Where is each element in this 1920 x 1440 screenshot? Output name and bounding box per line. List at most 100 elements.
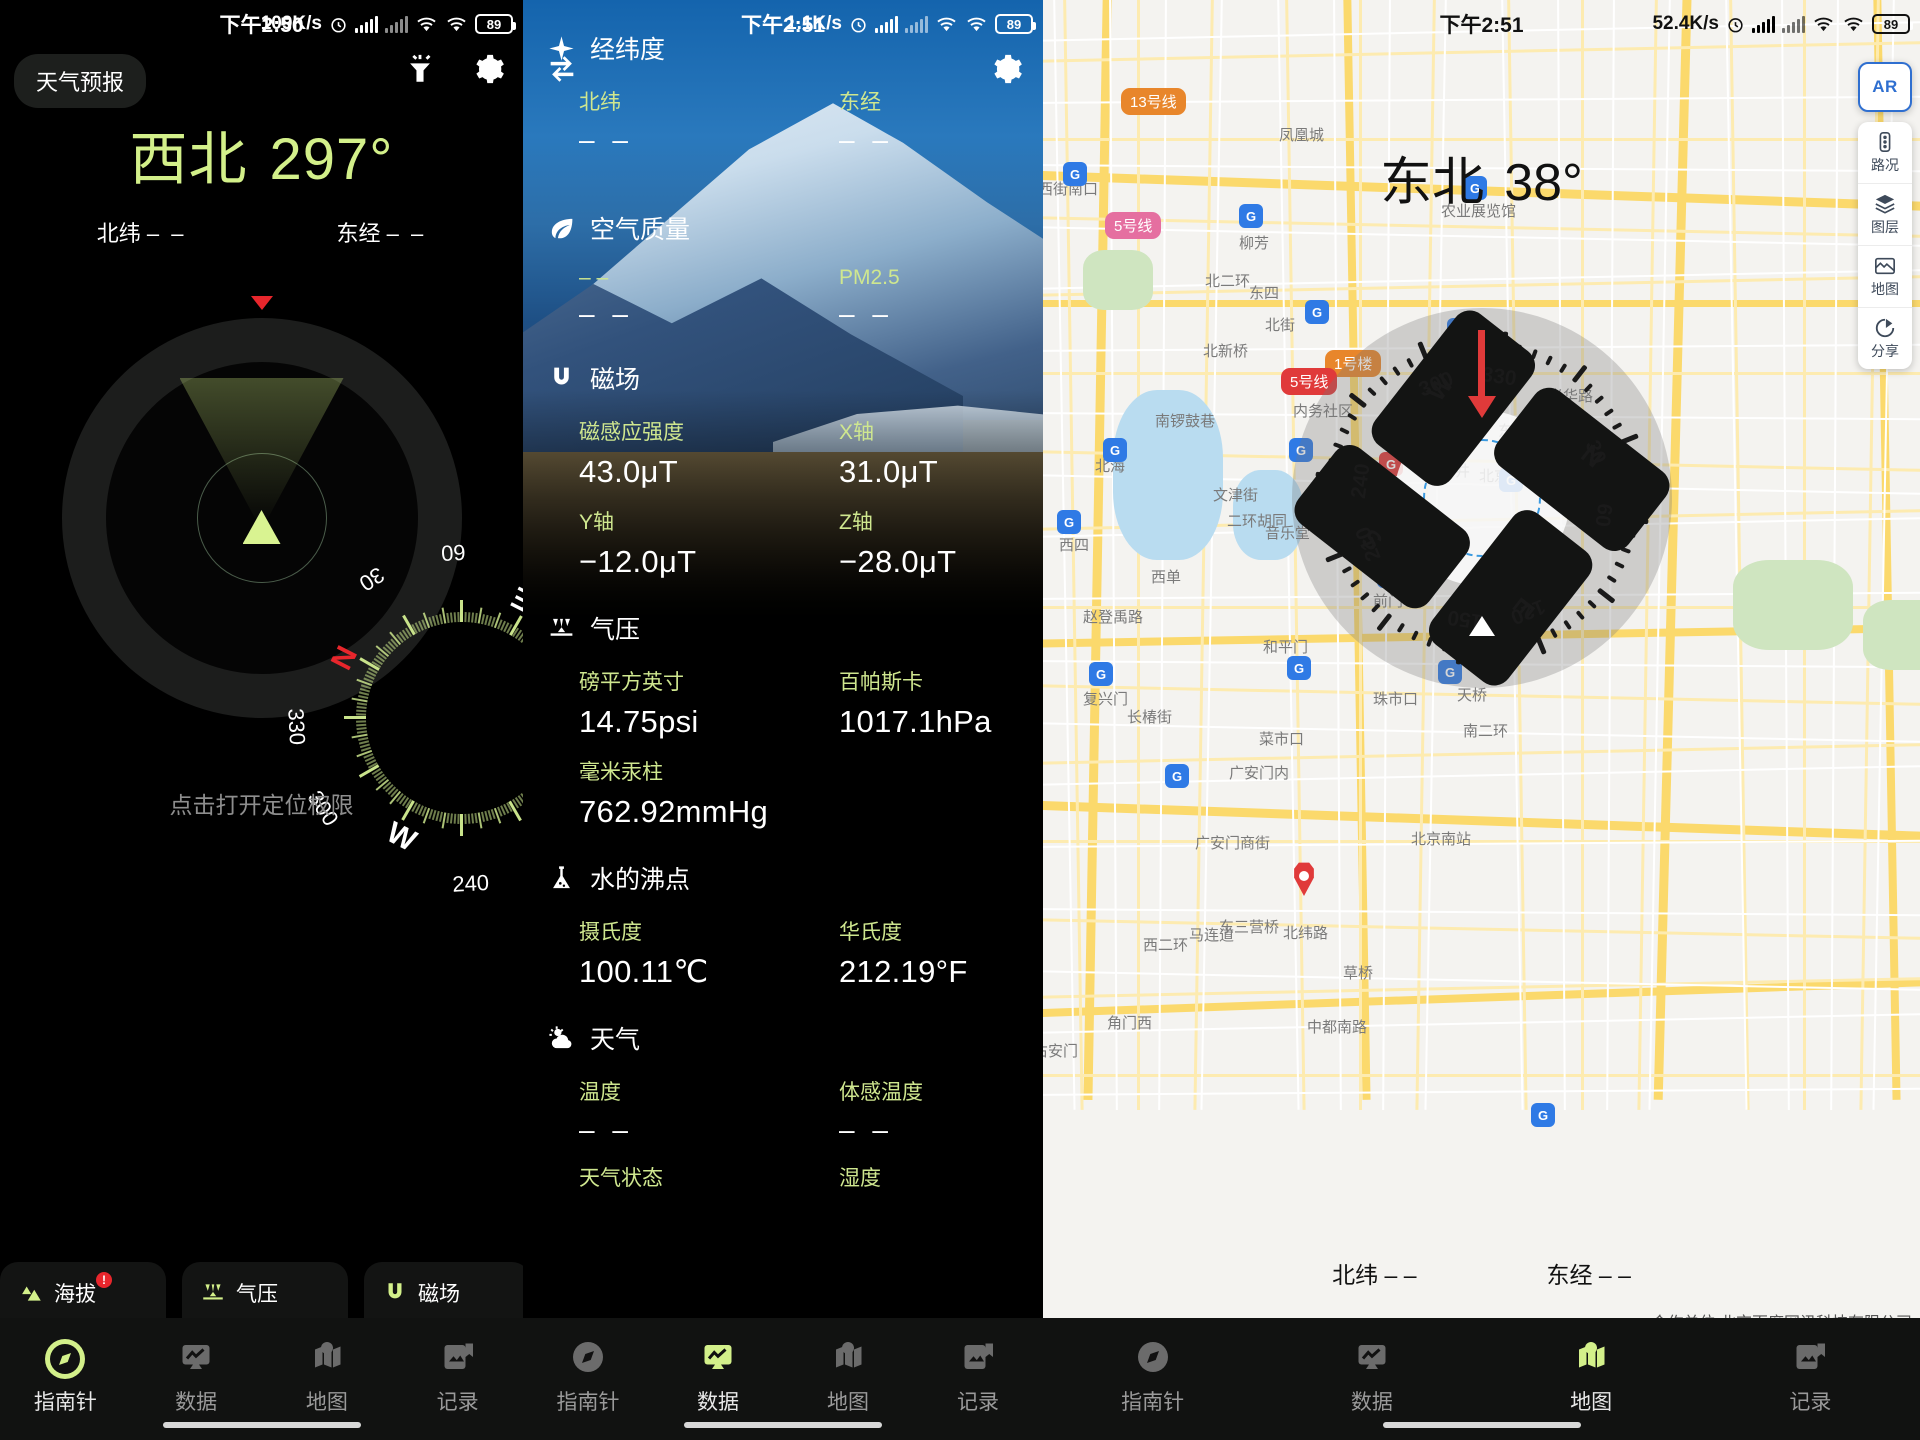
data-row: 磅平方英寸 14.75psi 百帕斯卡 1017.1hPa [523, 650, 1043, 740]
layers-icon [1858, 193, 1912, 215]
wifi-plus-icon [935, 15, 958, 34]
refresh-icon[interactable] [545, 52, 579, 91]
compass-north-marker-icon [250, 296, 273, 310]
data-cell-value: – – [839, 298, 893, 329]
data-cell-key: 摄氏度 [579, 921, 642, 944]
map-place-label: 菜市口 [1259, 731, 1305, 748]
data-row: Y轴 −12.0μT Z轴 −28.0μT [523, 490, 1043, 580]
map-poi-marker[interactable]: G [1165, 764, 1189, 788]
data-section-title: 天气 [590, 1026, 641, 1054]
ar-button[interactable]: AR [1858, 62, 1912, 112]
alert-badge: ! [96, 1272, 112, 1288]
map-poi-marker[interactable]: G [1103, 438, 1127, 462]
nav-item-指南针[interactable]: 指南针 [523, 1336, 653, 1416]
compass-dial[interactable]: N3060E120150S210240W300330 [52, 296, 523, 897]
map-latitude-label: 北纬 [1332, 1262, 1379, 1288]
status-bar-map: 下午2:51 52.4K/s 89 [1043, 0, 1920, 48]
nav-item-地图[interactable]: 地图 [262, 1336, 393, 1416]
map-poi-marker[interactable]: G [1057, 510, 1081, 534]
nav-item-记录[interactable]: 记录 [1701, 1336, 1920, 1416]
nav-item-label: 指南针 [1121, 1391, 1185, 1414]
map-place-label: 和平门 [1263, 639, 1309, 656]
gear-icon[interactable] [471, 52, 505, 91]
data-cell: 磁感应强度 43.0μT [523, 400, 783, 490]
nav-item-指南针[interactable]: 指南针 [1043, 1336, 1262, 1416]
map-poi-marker[interactable]: G [1287, 656, 1311, 680]
data-section-3: 磁场 磁感应强度 43.0μT X轴 31.0μT Y轴 −12.0μT Z轴 −28.0μT [523, 360, 1043, 580]
data-cell: X轴 31.0μT [783, 400, 1043, 490]
data-cell: 磅平方英寸 14.75psi [523, 650, 783, 740]
map-place-label: 草桥 [1343, 965, 1374, 982]
alarm-icon [1726, 15, 1745, 34]
nav-item-label: 记录 [1789, 1391, 1832, 1414]
weather-icon [547, 1024, 576, 1053]
data-cell-key: 华氏度 [839, 921, 902, 944]
map-toolbar-图层[interactable]: 图层 [1858, 184, 1912, 246]
nav-item-数据[interactable]: 数据 [131, 1336, 262, 1416]
map-poi-marker[interactable]: G [1531, 1103, 1555, 1127]
weather-forecast-chip[interactable]: 天气预报 [14, 54, 147, 108]
map-toolbar-分享[interactable]: 分享 [1858, 308, 1912, 369]
status-right-cluster: 52.4K/s 89 [1652, 13, 1913, 35]
nav-item-数据[interactable]: 数据 [653, 1336, 783, 1416]
longitude-value: – – [386, 221, 427, 246]
map-screen: 13号线5号线1号楼5号线凤凰城农业展览馆朝阳门北京站光华路磁器口西街南口柳芳北… [1043, 0, 1920, 1440]
map-longitude-value: – – [1598, 1262, 1631, 1288]
data-row: 北纬 – – 东经 – – [523, 70, 1043, 156]
nav-item-记录[interactable]: 记录 [392, 1336, 523, 1416]
data-cell-value: −28.0μT [839, 544, 957, 579]
longitude-label: 东经 [336, 221, 381, 246]
data-cell-value: 100.11℃ [579, 954, 709, 989]
map-canvas[interactable]: 13号线5号线1号楼5号线凤凰城农业展览馆朝阳门北京站光华路磁器口西街南口柳芳北… [1043, 0, 1920, 1440]
nav-item-label: 地图 [1570, 1391, 1613, 1414]
battery-icon: 89 [1872, 14, 1913, 34]
gear-icon[interactable] [989, 52, 1023, 91]
data-cell-key: Y轴 [579, 511, 615, 534]
nav-item-记录[interactable]: 记录 [913, 1336, 1043, 1416]
metro-line-pill[interactable]: 5号线 [1105, 212, 1162, 239]
nav-item-数据[interactable]: 数据 [1262, 1336, 1481, 1416]
data-cell-value: 43.0μT [579, 454, 678, 489]
data-cell-key: 温度 [579, 1081, 621, 1104]
data-row: 磁感应强度 43.0μT X轴 31.0μT [523, 400, 1043, 490]
metro-line-pill[interactable]: 13号线 [1121, 88, 1186, 115]
data-cell-key: – – [579, 266, 609, 289]
data-icon [178, 1339, 214, 1380]
data-cell-value: 14.75psi [579, 704, 699, 739]
nav-item-label: 记录 [957, 1391, 999, 1414]
data-cell-value: −12.0μT [579, 544, 697, 579]
signal-bars-secondary-icon [1782, 15, 1805, 33]
data-cell-key: 磁感应强度 [579, 421, 684, 444]
map-poi-marker[interactable]: G [1305, 300, 1329, 324]
data-cell-value: – – [839, 1114, 893, 1145]
map-toolbar-路况[interactable]: 路况 [1858, 122, 1912, 184]
data-cell-value: – – [839, 124, 893, 155]
map-toolbar-label: 分享 [1871, 343, 1899, 359]
data-cell-value: – – [579, 1114, 633, 1145]
compass-icon [45, 1339, 86, 1379]
home-indicator [1382, 1422, 1581, 1428]
flashlight-icon[interactable] [403, 52, 437, 91]
nav-item-label: 指南针 [556, 1391, 620, 1414]
map-icon [1573, 1339, 1609, 1380]
map-coordinate-row: 北纬 – – 东经 – – [1043, 1256, 1920, 1290]
ar-label: AR [1872, 77, 1898, 96]
nav-item-地图[interactable]: 地图 [783, 1336, 913, 1416]
data-cell-value: 31.0μT [839, 454, 938, 489]
data-cell-key: 北纬 [579, 91, 621, 114]
map-poi-marker[interactable]: G [1089, 662, 1113, 686]
data-cell: 华氏度 212.19°F [783, 900, 1043, 990]
data-cell-key: 天气状态 [579, 1167, 663, 1190]
data-icon [700, 1339, 736, 1380]
data-section-title: 磁场 [590, 366, 641, 394]
data-row [523, 156, 1043, 180]
compass-top-actions [403, 52, 505, 91]
nav-item-指南针[interactable]: 指南针 [0, 1336, 131, 1416]
location-permission-hint[interactable]: 点击打开定位权限 [0, 786, 523, 820]
map-toolbar-地图[interactable]: 地图 [1858, 246, 1912, 308]
map-heading-readout: 东北 38° [1043, 140, 1920, 215]
sensor-card-label: 海拔 [54, 1283, 96, 1306]
nav-item-地图[interactable]: 地图 [1482, 1336, 1701, 1416]
map-compass-pointer-icon [1467, 396, 1496, 418]
map-place-label: 文津街 [1213, 487, 1259, 504]
